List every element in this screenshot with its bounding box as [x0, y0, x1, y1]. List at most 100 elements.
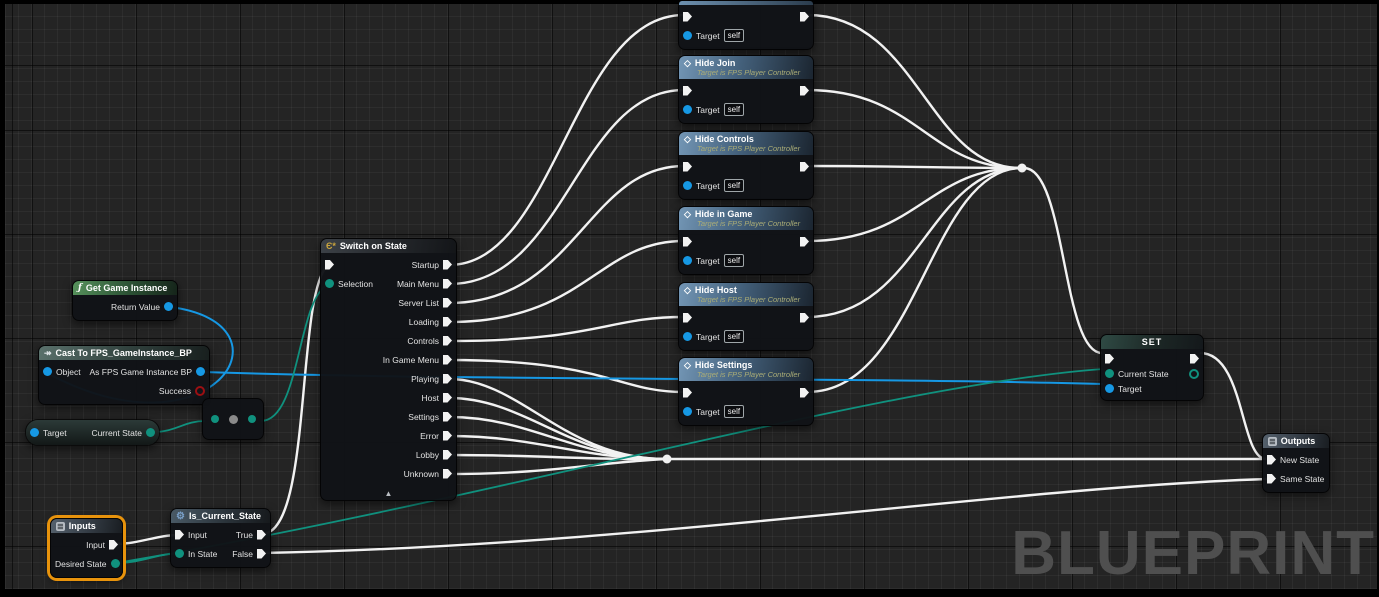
pin-label: Target: [696, 331, 720, 342]
enum-pin[interactable]: [247, 415, 256, 423]
node-switch-on-state[interactable]: Є* Switch on State Startup Selection Main Me…: [320, 238, 457, 501]
enum-pin[interactable]: [1105, 369, 1114, 378]
exec-pin[interactable]: [1190, 353, 1199, 364]
exec-pin[interactable]: [683, 312, 692, 323]
object-pin[interactable]: [683, 256, 692, 265]
enum-pin[interactable]: [1189, 368, 1199, 379]
object-pin[interactable]: [683, 181, 692, 190]
exec-pin[interactable]: [1267, 473, 1276, 484]
object-pin[interactable]: [30, 428, 39, 437]
self-literal[interactable]: self: [723, 330, 745, 343]
self-literal[interactable]: self: [723, 103, 745, 116]
exec-pin[interactable]: [443, 449, 452, 460]
node-hide-partial[interactable]: Target self: [678, 0, 814, 50]
object-pin[interactable]: [43, 367, 52, 376]
node-cast-to-fps-gameinstance-bp[interactable]: ↠ Cast To FPS_GameInstance_BP Object As FPS…: [38, 345, 210, 405]
pin-row: [679, 81, 813, 100]
enum-pin[interactable]: [146, 428, 155, 437]
node-hide-join[interactable]: ◇ Hide Join Target is FPS Player Controlle…: [678, 55, 814, 124]
exec-pin[interactable]: [443, 411, 452, 422]
exec-pin[interactable]: [800, 387, 809, 398]
pin-row: Controls: [321, 331, 456, 350]
object-pin[interactable]: [1105, 384, 1114, 393]
node-hide-settings[interactable]: ◇ Hide Settings Target is FPS Player Contr…: [678, 357, 814, 426]
enum-pin[interactable]: [325, 279, 334, 288]
node-inputs[interactable]: ≣ Inputs Input Desired State: [50, 518, 123, 578]
node-hide-controls[interactable]: ◇ Hide Controls Target is FPS Player Contr…: [678, 131, 814, 200]
node-title: SET: [1141, 337, 1163, 347]
exec-pin[interactable]: [800, 85, 809, 96]
object-pin[interactable]: [683, 332, 692, 341]
exec-pin[interactable]: [257, 529, 266, 540]
pin-label: False: [232, 548, 253, 559]
node-conversion-node[interactable]: [202, 398, 264, 440]
enum-pin[interactable]: [110, 559, 120, 568]
node-title: Hide in Game: [694, 209, 753, 219]
exec-pin[interactable]: [257, 548, 266, 559]
pin-row: [679, 383, 813, 402]
exec-pin[interactable]: [443, 468, 452, 479]
wildcard-pin[interactable]: [228, 414, 238, 424]
exec-pin[interactable]: [109, 539, 118, 550]
exec-pin[interactable]: [800, 11, 809, 22]
exec-pin[interactable]: [443, 335, 452, 346]
exec-pin[interactable]: [683, 85, 692, 96]
pin-label: Target: [43, 427, 67, 438]
node-set-current-state[interactable]: SET Current State Target: [1100, 334, 1204, 401]
exec-pin[interactable]: [800, 312, 809, 323]
pin-row: Success: [39, 381, 209, 400]
node-hide-host[interactable]: ◇ Hide Host Target is FPS Player Controlle…: [678, 282, 814, 351]
enum-pin[interactable]: [210, 415, 219, 423]
self-literal[interactable]: self: [723, 405, 745, 418]
pin-row: Input True: [171, 525, 270, 544]
node-outputs[interactable]: ≣ Outputs New State Same State: [1262, 433, 1330, 493]
self-literal[interactable]: self: [723, 254, 745, 267]
exec-pin[interactable]: [443, 316, 452, 327]
node-get-current-state[interactable]: Target Current State: [25, 419, 160, 446]
pin-label: Target: [1118, 383, 1142, 394]
object-pin[interactable]: [196, 367, 205, 376]
node-get-game-instance[interactable]: ƒ Get Game Instance Return Value: [72, 280, 178, 321]
object-pin[interactable]: [164, 302, 173, 311]
exec-pin[interactable]: [443, 392, 452, 403]
bool-pin[interactable]: [195, 385, 205, 396]
pin-row: Playing: [321, 369, 456, 388]
node-title: Hide Settings: [694, 360, 753, 370]
object-pin[interactable]: [683, 407, 692, 416]
add-pin-expander[interactable]: ▲: [321, 487, 456, 500]
tunnel-list-icon: ≣: [56, 521, 65, 531]
pin-row: Server List: [321, 293, 456, 312]
self-literal[interactable]: self: [723, 29, 745, 42]
exec-pin[interactable]: [1267, 454, 1276, 465]
pin-row: Target self: [679, 402, 813, 421]
pin-row: New State: [1263, 450, 1329, 469]
exec-pin[interactable]: [683, 161, 692, 172]
exec-pin[interactable]: [443, 430, 452, 441]
pin-row: Lobby: [321, 445, 456, 464]
node-title: Hide Controls: [694, 134, 754, 144]
exec-pin[interactable]: [443, 354, 452, 365]
exec-pin[interactable]: [1105, 353, 1114, 364]
pin-label: In Game Menu: [382, 354, 439, 365]
enum-pin[interactable]: [175, 549, 184, 558]
object-pin[interactable]: [683, 31, 692, 40]
pin-row: Object As FPS Game Instance BP: [39, 362, 209, 381]
exec-pin[interactable]: [443, 278, 452, 289]
exec-pin[interactable]: [683, 236, 692, 247]
node-is-current-state[interactable]: ⚙ Is_Current_State Input True In State False: [170, 508, 271, 568]
node-hide-in-game[interactable]: ◇ Hide in Game Target is FPS Player Contro…: [678, 206, 814, 275]
exec-pin[interactable]: [443, 259, 452, 270]
exec-pin[interactable]: [683, 11, 692, 22]
exec-pin[interactable]: [800, 161, 809, 172]
exec-pin[interactable]: [683, 387, 692, 398]
exec-pin[interactable]: [443, 373, 452, 384]
exec-pin[interactable]: [800, 236, 809, 247]
exec-pin[interactable]: [175, 529, 184, 540]
node-header: ⚙ Is_Current_State: [171, 509, 270, 523]
exec-pin[interactable]: [443, 297, 452, 308]
object-pin[interactable]: [683, 105, 692, 114]
exec-pin[interactable]: [325, 259, 334, 270]
macro-gear-icon: ⚙: [176, 510, 185, 522]
self-literal[interactable]: self: [723, 179, 745, 192]
node-title: Hide Host: [694, 285, 737, 295]
